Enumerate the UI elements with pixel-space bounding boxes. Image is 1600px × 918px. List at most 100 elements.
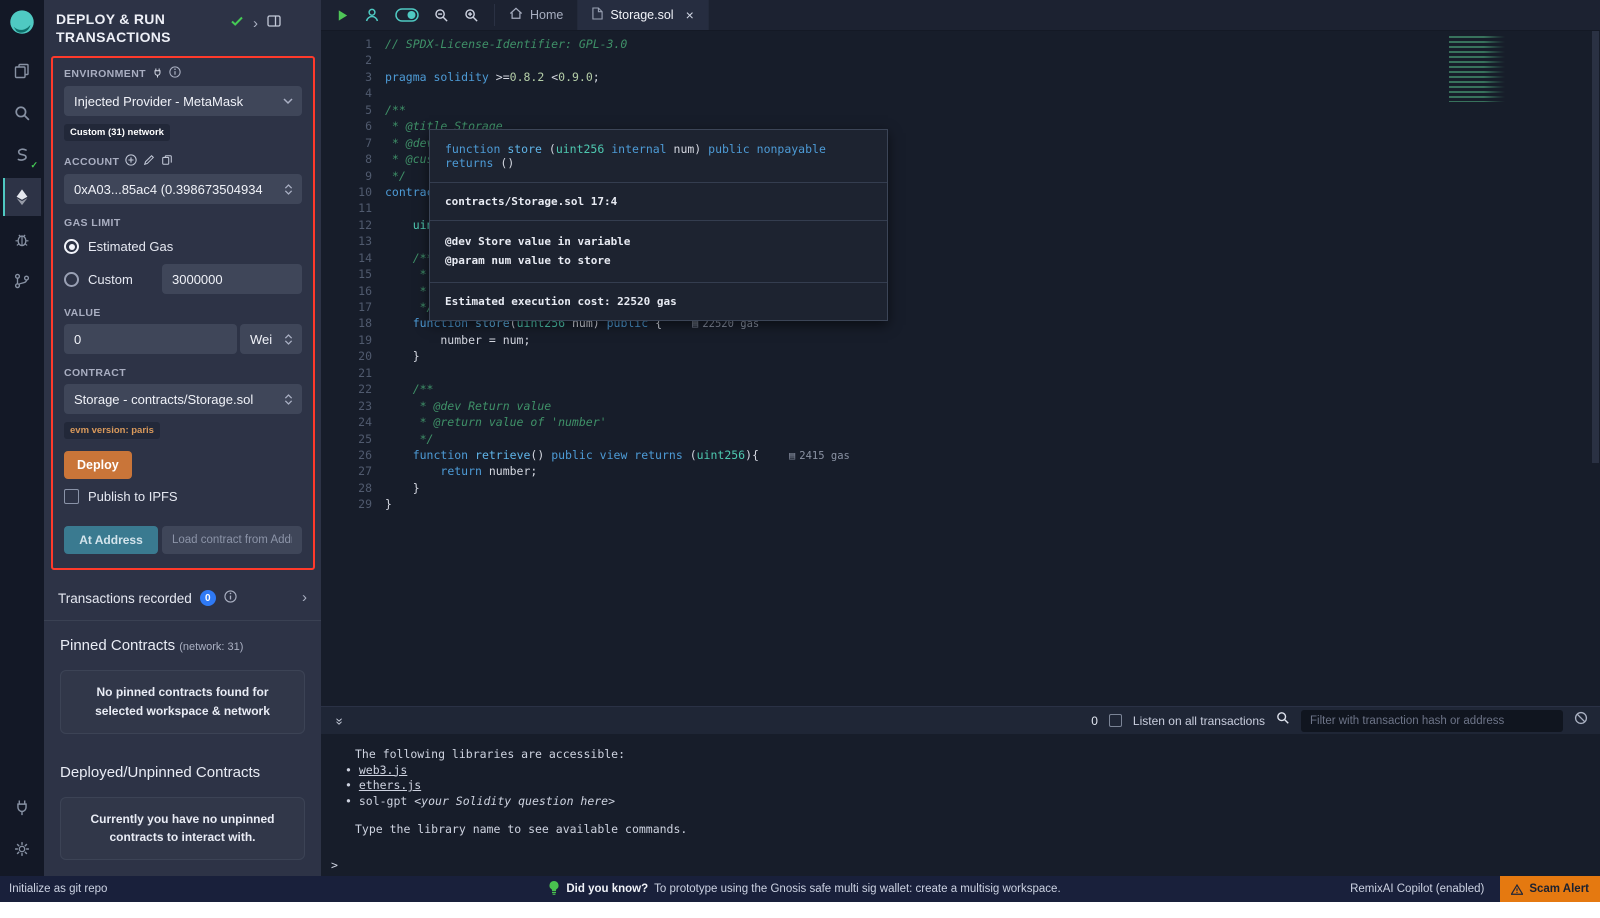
terminal-collapse-icon[interactable]: » xyxy=(333,714,348,728)
home-icon xyxy=(509,7,523,23)
line-number: 27 xyxy=(321,463,372,479)
zoom-in-icon[interactable] xyxy=(464,8,479,23)
transaction-filter-input[interactable] xyxy=(1301,710,1563,732)
line-number: 19 xyxy=(321,332,372,348)
transactions-recorded-label: Transactions recorded xyxy=(58,591,192,606)
status-bar: Initialize as git repo Did you know? To … xyxy=(0,876,1600,902)
plugin-manager-icon[interactable] xyxy=(3,788,41,826)
library-item[interactable]: web3.js xyxy=(345,763,1590,779)
line-number: 5 xyxy=(321,102,372,118)
add-account-icon[interactable] xyxy=(125,154,137,169)
editor-workspace: Home Storage.sol × 123456789101112131415… xyxy=(321,0,1600,876)
select-carets-icon xyxy=(284,333,293,346)
remix-logo-icon[interactable] xyxy=(5,6,39,40)
code-line: } xyxy=(385,496,1600,512)
estimated-gas-radio[interactable] xyxy=(64,239,79,254)
library-link: ethers.js xyxy=(359,778,421,792)
zoom-out-icon[interactable] xyxy=(434,8,449,23)
custom-gas-radio[interactable] xyxy=(64,272,79,287)
deploy-button[interactable]: Deploy xyxy=(64,451,132,479)
sign-message-icon[interactable] xyxy=(143,154,155,169)
contract-select[interactable]: Storage - contracts/Storage.sol xyxy=(64,384,302,414)
line-number: 21 xyxy=(321,365,372,381)
copy-account-icon[interactable] xyxy=(161,154,173,169)
file-explorer-icon[interactable] xyxy=(3,52,41,90)
gas-estimate-hint: ▤2415 gas xyxy=(789,450,850,462)
did-you-know-text: To prototype using the Gnosis safe multi… xyxy=(654,883,1061,895)
line-number: 2 xyxy=(321,52,372,68)
chevron-down-icon xyxy=(283,98,293,105)
library-item[interactable]: ethers.js xyxy=(345,778,1590,794)
listen-transactions-checkbox[interactable] xyxy=(1109,714,1122,727)
transactions-info-icon[interactable] xyxy=(224,590,237,606)
publish-ipfs-checkbox[interactable] xyxy=(64,489,79,504)
terminal-intro: The following libraries are accessible: xyxy=(355,747,1590,763)
line-number: 7 xyxy=(321,135,372,151)
ai-assistant-icon[interactable] xyxy=(364,7,380,23)
git-icon[interactable] xyxy=(3,262,41,300)
line-number: 3 xyxy=(321,69,372,85)
value-unit-select[interactable]: Wei xyxy=(240,324,302,354)
code-editor[interactable]: 1234567891011121314151617181920212223242… xyxy=(321,31,1600,706)
tooltip-gas-cost: Estimated execution cost: 22520 gas xyxy=(445,295,872,308)
pinned-network-label: (network: 31) xyxy=(179,641,243,653)
pin-panel-icon[interactable] xyxy=(267,14,281,33)
deploy-run-panel: DEPLOY & RUN TRANSACTIONS › ENVIRONMENT … xyxy=(44,0,321,876)
code-line: */ xyxy=(385,431,1600,447)
plug-icon[interactable] xyxy=(152,67,163,81)
account-label: ACCOUNT xyxy=(64,156,119,168)
terminal-prompt[interactable]: > xyxy=(331,858,1590,874)
tab-storage-sol[interactable]: Storage.sol × xyxy=(578,0,708,30)
select-carets-icon xyxy=(284,183,293,196)
code-line: * @dev Return value xyxy=(385,398,1600,414)
publish-ipfs-label: Publish to IPFS xyxy=(88,489,178,504)
line-number: 4 xyxy=(321,85,372,101)
custom-gas-input[interactable] xyxy=(162,264,302,294)
tab-home[interactable]: Home xyxy=(495,0,578,30)
pinned-empty-message: No pinned contracts found for selected w… xyxy=(60,670,305,733)
compile-success-check-icon: ✓ xyxy=(30,161,38,170)
code-line: * @return value of 'number' xyxy=(385,414,1600,430)
code-line xyxy=(385,85,1600,101)
library-list: web3.jsethers.jssol-gpt <your Solidity q… xyxy=(345,763,1590,810)
at-address-input[interactable] xyxy=(162,526,302,554)
transactions-expand-chevron-icon[interactable]: › xyxy=(302,592,307,604)
run-script-icon[interactable] xyxy=(336,9,349,22)
line-number: 8 xyxy=(321,151,372,167)
close-tab-icon[interactable]: × xyxy=(686,7,694,23)
terminal-header: » 0 Listen on all transactions xyxy=(321,706,1600,734)
debugger-icon[interactable] xyxy=(3,220,41,258)
line-number: 11 xyxy=(321,200,372,216)
minimap[interactable] xyxy=(1449,36,1505,102)
clear-console-icon[interactable] xyxy=(1574,711,1588,730)
search-icon[interactable] xyxy=(3,94,41,132)
icon-sidebar: ✓ xyxy=(0,0,44,876)
code-line: function retrieve() public view returns … xyxy=(385,447,1600,463)
terminal-search-icon[interactable] xyxy=(1276,711,1290,730)
editor-scrollbar[interactable] xyxy=(1592,31,1599,463)
code-line: return number; xyxy=(385,463,1600,479)
line-number: 23 xyxy=(321,398,372,414)
copilot-status[interactable]: RemixAI Copilot (enabled) xyxy=(1350,883,1484,895)
environment-info-icon[interactable] xyxy=(169,66,181,81)
tab-storage-label: Storage.sol xyxy=(610,8,673,22)
panel-expand-chevron-icon[interactable]: › xyxy=(253,18,258,30)
line-number: 12 xyxy=(321,217,372,233)
lightbulb-icon xyxy=(548,881,560,898)
tab-home-label: Home xyxy=(530,8,563,22)
terminal[interactable]: The following libraries are accessible: … xyxy=(321,734,1600,876)
scam-alert-badge[interactable]: Scam Alert xyxy=(1500,876,1600,902)
copilot-toggle-icon[interactable] xyxy=(395,8,419,22)
deploy-and-run-icon[interactable] xyxy=(3,178,41,216)
environment-select[interactable]: Injected Provider - MetaMask xyxy=(64,86,302,116)
panel-title: DEPLOY & RUN TRANSACTIONS xyxy=(56,10,221,46)
transactions-recorded-row[interactable]: Transactions recorded 0 › xyxy=(44,570,321,620)
init-git-repo-button[interactable]: Initialize as git repo xyxy=(0,883,548,895)
account-select[interactable]: 0xA03...85ac4 (0.398673504934 xyxy=(64,174,302,204)
at-address-button[interactable]: At Address xyxy=(64,526,158,554)
code-line: } xyxy=(385,348,1600,364)
value-input[interactable] xyxy=(64,324,237,354)
solidity-compiler-icon[interactable]: ✓ xyxy=(3,136,41,174)
line-number: 24 xyxy=(321,414,372,430)
settings-gear-icon[interactable] xyxy=(3,830,41,868)
